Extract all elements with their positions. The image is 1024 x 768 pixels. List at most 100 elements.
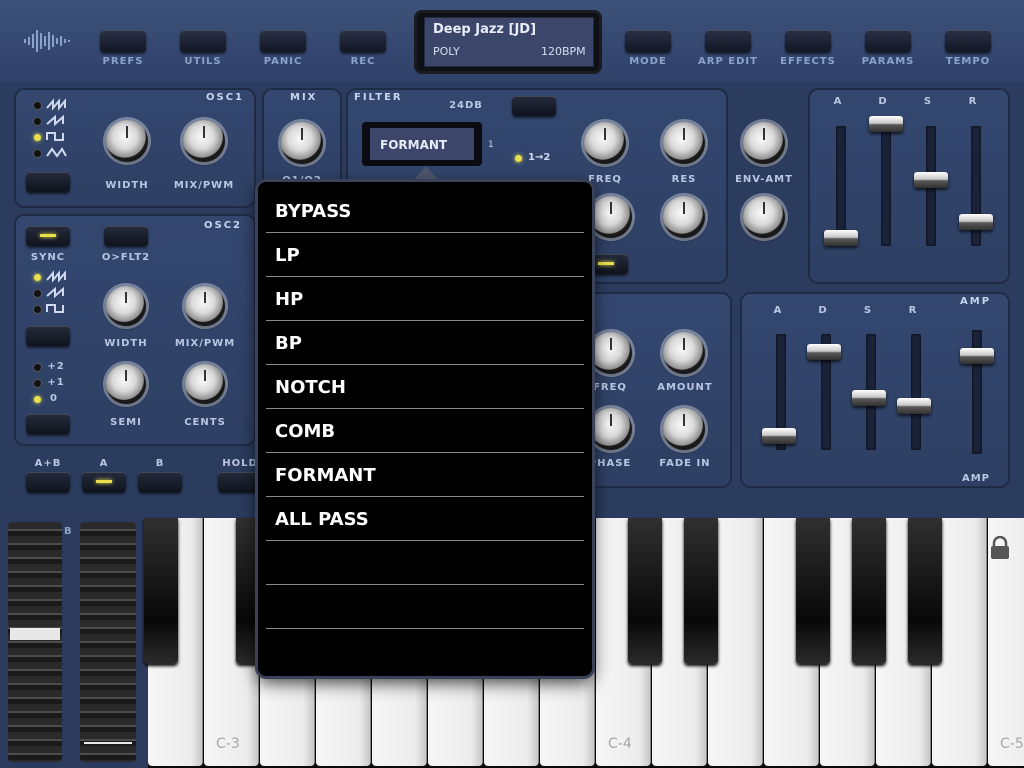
lfo-fade-in-knob[interactable] [663,408,705,450]
amp-d-fader[interactable] [807,344,841,360]
osc2-width-knob[interactable] [106,286,146,326]
cents-label: CENTS [184,417,226,428]
osc1-wave-button[interactable] [26,172,70,192]
filter-d-fader[interactable] [869,116,903,132]
mod-wheel[interactable] [80,522,136,762]
utils-label: UTILS [184,56,222,67]
amp-r-track [911,334,921,450]
ab-button[interactable] [26,472,70,492]
osc2-wave-button[interactable] [26,326,70,346]
b-button[interactable] [138,472,182,492]
black-key[interactable] [908,518,942,664]
effects-button[interactable] [785,30,831,52]
wave-square-led[interactable] [34,134,41,141]
amp-title: AMP [960,296,992,307]
key-label-c5: C-5 [1000,736,1024,752]
octave-button[interactable] [26,414,70,434]
amp-s-fader[interactable] [852,390,886,406]
wave-tri-led[interactable] [34,150,41,157]
osc2-width-label: WIDTH [104,338,148,349]
filter-title: FILTER [354,92,403,103]
menu-item-empty[interactable] [266,542,584,585]
filter-number: 1 [488,140,494,150]
octave-zero-led[interactable] [34,396,41,403]
wave-saw-led[interactable] [34,102,41,109]
filter-env-amt-label: ENV-AMT [735,174,793,185]
mix-title: MIX [290,92,318,103]
hold-button[interactable] [218,472,262,492]
rec-button[interactable] [340,30,386,52]
osc1-mix-knob[interactable] [183,120,225,162]
prefs-button[interactable] [100,30,146,52]
filter-adsr-d-label: D [878,96,888,107]
menu-item-formant[interactable]: FORMANT [266,454,584,497]
tempo-button[interactable] [945,30,991,52]
black-key[interactable] [684,518,718,664]
osc2-mix-knob[interactable] [185,286,225,326]
osc2-waveform-icons [46,270,68,322]
arp-edit-button[interactable] [705,30,751,52]
amp-r-label: R [908,305,918,316]
menu-item-empty[interactable] [266,586,584,629]
pitch-wheel[interactable] [8,522,62,762]
rec-label: REC [350,56,376,67]
filter-knob-2b[interactable] [663,196,705,238]
menu-item-empty[interactable] [266,630,584,673]
filter-adsr-s-label: S [923,96,933,107]
filter-env-amt-knob[interactable] [743,122,785,164]
octave-plus1-led[interactable] [34,380,41,387]
black-key[interactable] [628,518,662,664]
octave-plus2-led[interactable] [34,364,41,371]
mode-label: MODE [629,56,667,67]
wave-saw2-led[interactable] [34,118,41,125]
o-flt2-button[interactable] [104,226,148,246]
effects-label: EFFECTS [780,56,836,67]
menu-item-bp[interactable]: BP [266,322,584,365]
filter-res-knob[interactable] [663,122,705,164]
a-button[interactable] [82,472,126,492]
amp-a-fader[interactable] [762,428,796,444]
menu-item-comb[interactable]: COMB [266,410,584,453]
filter-knob-2c[interactable] [743,196,785,238]
sync-label: SYNC [30,252,66,263]
amp-d-label: D [818,305,828,316]
route-led[interactable] [515,155,522,162]
filter-a-fader[interactable] [824,230,858,246]
amp-level-label: AMP [961,473,991,484]
osc2-saw2-led[interactable] [34,290,41,297]
hold-label: HOLD [222,458,258,469]
semi-knob[interactable] [106,364,146,404]
cents-knob[interactable] [185,364,225,404]
mix-knob[interactable] [281,122,323,164]
mode-button[interactable] [625,30,671,52]
osc1-width-knob[interactable] [106,120,148,162]
menu-item-lp[interactable]: LP [266,234,584,277]
menu-item-notch[interactable]: NOTCH [266,366,584,409]
lfo-phase-knob[interactable] [590,408,632,450]
black-key[interactable] [144,518,178,664]
filter-freq-knob[interactable] [584,122,626,164]
menu-item-bypass[interactable]: BYPASS [266,190,584,233]
filter-r-fader[interactable] [959,214,993,230]
black-key[interactable] [852,518,886,664]
params-button[interactable] [865,30,911,52]
params-label: PARAMS [861,56,915,67]
menu-item-all-pass[interactable]: ALL PASS [266,498,584,541]
osc2-saw-led[interactable] [34,274,41,281]
sync-button[interactable] [26,226,70,246]
key-label-c3: C-3 [216,736,240,752]
o-flt2-label: O>FLT2 [101,252,151,263]
slope-button[interactable] [512,96,556,116]
amp-level-fader[interactable] [960,348,994,364]
panic-button[interactable] [260,30,306,52]
utils-button[interactable] [180,30,226,52]
lock-icon[interactable] [988,535,1012,564]
osc2-square-led[interactable] [34,306,41,313]
black-key[interactable] [796,518,830,664]
menu-item-hp[interactable]: HP [266,278,584,321]
lfo-amount-knob[interactable] [663,332,705,374]
amp-r-fader[interactable] [897,398,931,414]
filter-knob-2a[interactable] [590,196,632,238]
filter-s-fader[interactable] [914,172,948,188]
lfo-freq-knob[interactable] [590,332,632,374]
